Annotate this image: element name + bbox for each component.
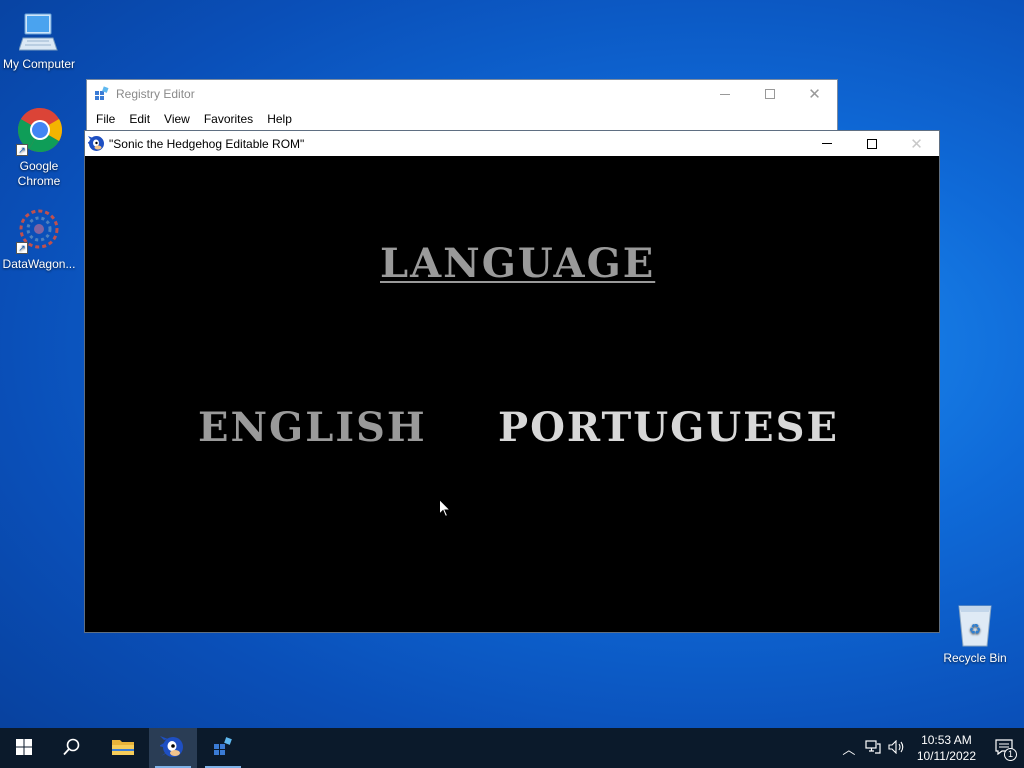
search-icon — [63, 738, 81, 759]
game-window-titlebar[interactable]: "Sonic the Hedgehog Editable ROM" ✕ — [85, 131, 939, 156]
recycle-bin-icon: ♻ — [955, 602, 995, 648]
taskbar-registry-editor[interactable] — [199, 728, 247, 768]
menu-file[interactable]: File — [89, 112, 122, 126]
close-icon: ✕ — [808, 86, 821, 103]
minimize-button[interactable] — [804, 131, 849, 156]
desktop-icon-label: Recycle Bin — [943, 651, 1007, 665]
volume-icon[interactable] — [885, 739, 909, 757]
registry-editor-titlebar[interactable]: Registry Editor ✕ — [87, 80, 837, 108]
option-english[interactable]: ENGLISH — [198, 404, 427, 451]
window-title: "Sonic the Hedgehog Editable ROM" — [109, 136, 305, 151]
window-title: Registry Editor — [116, 87, 195, 101]
minimize-icon — [821, 143, 832, 144]
close-button[interactable]: ✕ — [894, 131, 939, 156]
desktop-icon-datawagon[interactable]: ↗ DataWagon... — [0, 206, 78, 272]
desktop-icon-recycle-bin[interactable]: ♻ Recycle Bin — [936, 602, 1014, 666]
maximize-button[interactable] — [747, 80, 792, 108]
game-window[interactable]: "Sonic the Hedgehog Editable ROM" ✕ LANG… — [84, 130, 940, 633]
shortcut-arrow-icon: ↗ — [16, 242, 28, 254]
menu-favorites[interactable]: Favorites — [197, 112, 260, 126]
maximize-icon — [866, 138, 877, 149]
start-button[interactable] — [0, 728, 48, 768]
computer-icon — [18, 10, 59, 54]
notification-button[interactable]: 1 — [984, 728, 1024, 768]
option-portuguese[interactable]: PORTUGUESE — [498, 404, 839, 451]
maximize-icon — [764, 89, 775, 99]
menu-help[interactable]: Help — [260, 112, 299, 126]
minimize-icon — [719, 93, 730, 95]
network-icon[interactable] — [861, 739, 885, 757]
windows-logo-icon — [16, 738, 32, 758]
taskbar-sonic-app[interactable] — [149, 728, 197, 768]
menu-view[interactable]: View — [157, 112, 197, 126]
desktop-icon-label: My Computer — [2, 57, 76, 71]
taskbar: ︿ 10:53 AM 10/11/2022 1 — [0, 728, 1024, 768]
registry-editor-icon — [94, 86, 110, 102]
sonic-icon — [87, 135, 105, 152]
registry-menu-bar: File Edit View Favorites Help — [87, 108, 837, 130]
datawagon-icon: ↗ — [16, 206, 62, 254]
desktop-icon-label: Google Chrome — [17, 159, 61, 188]
language-heading: LANGUAGE — [380, 240, 656, 287]
menu-edit[interactable]: Edit — [122, 112, 157, 126]
shortcut-arrow-icon: ↗ — [16, 144, 28, 156]
svg-text:♻: ♻ — [969, 622, 982, 638]
search-button[interactable] — [48, 728, 96, 768]
clock[interactable]: 10:53 AM 10/11/2022 — [909, 732, 984, 764]
chrome-icon: ↗ — [16, 106, 62, 156]
maximize-button[interactable] — [849, 131, 894, 156]
clock-time: 10:53 AM — [921, 733, 972, 747]
close-icon: ✕ — [910, 135, 923, 153]
chevron-up-icon[interactable]: ︿ — [837, 739, 861, 758]
taskbar-file-explorer[interactable] — [99, 728, 147, 768]
desktop-icon-my-computer[interactable]: My Computer — [0, 10, 78, 72]
registry-editor-icon — [212, 736, 234, 761]
mouse-cursor-icon — [439, 498, 452, 518]
desktop-icon-label: DataWagon... — [2, 257, 76, 271]
game-screen[interactable]: LANGUAGE ENGLISH PORTUGUESE — [85, 156, 939, 632]
clock-date: 10/11/2022 — [916, 749, 976, 763]
notification-badge: 1 — [1004, 748, 1017, 761]
system-tray: ︿ 10:53 AM 10/11/2022 1 — [837, 728, 1024, 768]
minimize-button[interactable] — [702, 80, 747, 108]
close-button[interactable]: ✕ — [792, 80, 837, 108]
sonic-icon — [159, 734, 186, 763]
folder-icon — [111, 737, 135, 760]
desktop-icon-google-chrome[interactable]: ↗ Google Chrome — [0, 106, 78, 189]
